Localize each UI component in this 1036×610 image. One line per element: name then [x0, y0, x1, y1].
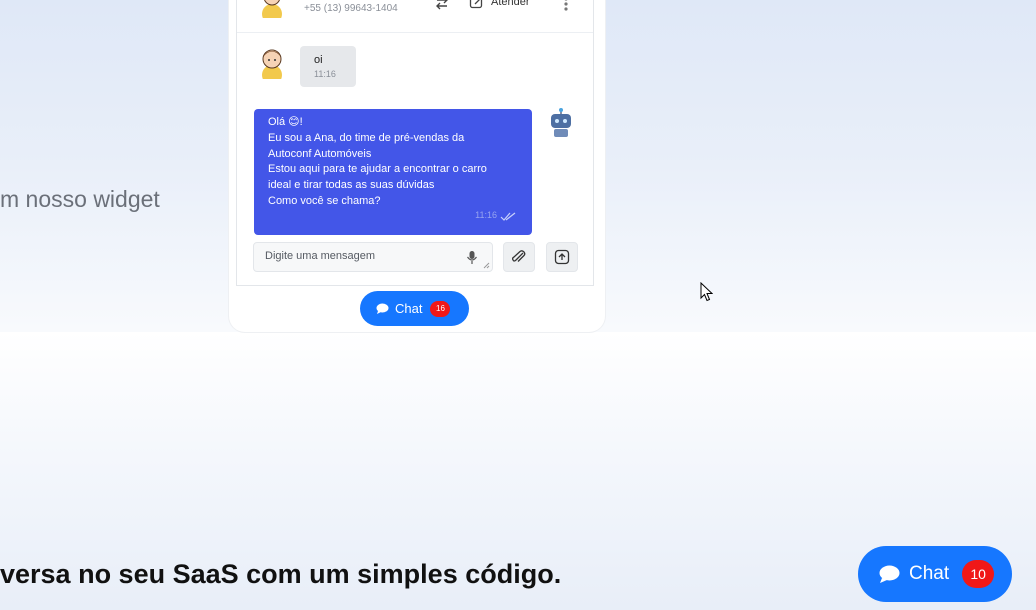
chat-window: +55 (13) 99643-1404 Atender oi 11:16 Olá…	[236, 0, 594, 286]
atender-button[interactable]: Atender	[469, 0, 530, 10]
edit-icon	[469, 0, 483, 9]
send-file-button[interactable]	[546, 242, 578, 272]
incoming-message-time: 11:16	[314, 69, 336, 79]
outgoing-line: Eu sou a Ana, do time de pré-vendas da	[268, 131, 465, 144]
attach-file-icon	[554, 249, 570, 265]
message-input-placeholder: Digite uma mensagem	[265, 250, 376, 262]
chat-bubble-icon	[879, 565, 900, 583]
user-avatar-icon	[262, 0, 282, 18]
outgoing-message: Olá 😊! Eu sou a Ana, do time de pré-vend…	[254, 109, 532, 235]
bot-avatar-icon	[551, 108, 571, 137]
chat-launcher-button[interactable]: Chat 10	[858, 546, 1012, 602]
chat-launcher-label: Chat	[395, 301, 423, 316]
outgoing-line: Autoconf Automóveis	[268, 147, 372, 160]
chat-launcher-preview[interactable]: Chat 16	[360, 291, 469, 326]
chat-bubble-icon	[376, 303, 389, 314]
outgoing-message-time: 11:16	[475, 210, 497, 221]
outgoing-line: ideal e tirar todas as suas dúvidas	[268, 179, 435, 192]
hero-subtitle: m nosso widget	[0, 186, 160, 212]
chat-header: +55 (13) 99643-1404 Atender	[237, 0, 593, 33]
outgoing-line: Estou aqui para te ajudar a encontrar o …	[268, 163, 487, 176]
atender-label: Atender	[491, 0, 530, 8]
outgoing-line: Olá 😊!	[268, 116, 303, 128]
kebab-icon[interactable]	[563, 0, 569, 12]
chat-launcher-label: Chat	[909, 563, 950, 584]
attach-button[interactable]	[503, 242, 535, 272]
transfer-icon[interactable]	[433, 0, 451, 12]
contact-phone: +55 (13) 99643-1404	[304, 3, 398, 14]
paperclip-icon	[512, 250, 526, 262]
mic-icon[interactable]	[466, 250, 478, 265]
resize-handle-icon[interactable]	[483, 262, 490, 269]
contact-avatar-icon	[262, 49, 282, 79]
double-check-icon	[500, 212, 516, 221]
incoming-message: oi 11:16	[300, 46, 356, 87]
cursor-icon	[700, 282, 713, 302]
unread-badge: 10	[962, 560, 995, 588]
section-heading: versa no seu SaaS com um simples código.	[0, 559, 562, 589]
unread-badge: 16	[430, 300, 451, 317]
incoming-message-text: oi	[314, 54, 323, 66]
message-input[interactable]: Digite uma mensagem	[253, 242, 493, 272]
outgoing-meta: 11:16	[475, 208, 516, 224]
